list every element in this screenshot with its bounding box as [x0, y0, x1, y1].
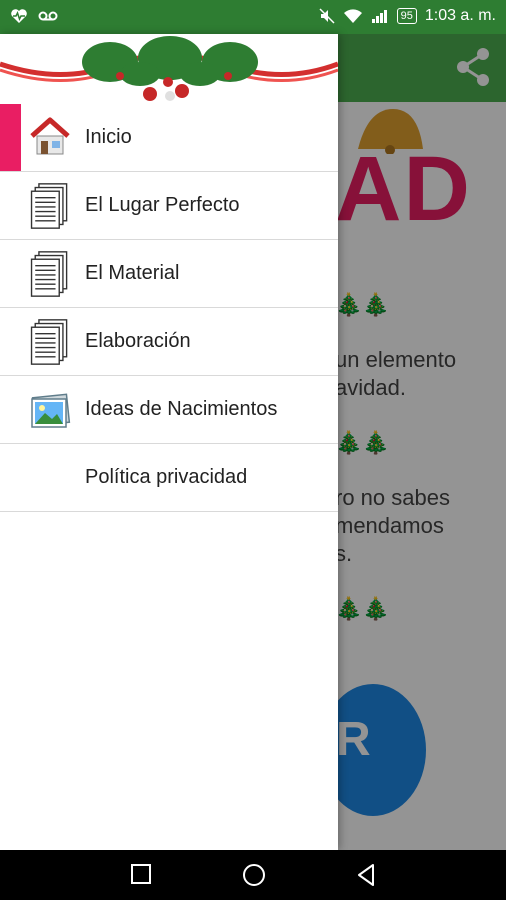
recents-icon[interactable] [130, 863, 152, 885]
document-stack-icon [30, 319, 68, 365]
menu-item-label: Inicio [85, 126, 132, 148]
document-stack-icon [30, 251, 68, 297]
signal-icon [371, 10, 387, 23]
menu-item-ideas-de-nacimientos[interactable]: Ideas de Nacimientos [0, 376, 338, 444]
heart-pulse-icon [11, 9, 27, 23]
picture-icon [31, 393, 71, 428]
menu-item-label: El Lugar Perfecto [85, 194, 240, 216]
menu-item-politica-privacidad[interactable]: Política privacidad [0, 444, 338, 512]
menu-item-inicio[interactable]: Inicio [0, 104, 338, 172]
menu-item-label: Elaboración [85, 330, 191, 352]
menu-item-el-material[interactable]: El Material [0, 240, 338, 308]
clock: 1:03 a. m. [424, 7, 496, 24]
status-left [10, 8, 58, 24]
active-indicator [0, 104, 21, 171]
drawer-menu: Inicio El Lugar Perfecto El Material Ela… [0, 104, 338, 512]
home-icon [30, 117, 70, 155]
menu-item-el-lugar-perfecto[interactable]: El Lugar Perfecto [0, 172, 338, 240]
voicemail-icon [38, 11, 58, 21]
document-stack-icon [30, 183, 68, 229]
system-navigation-bar [0, 850, 506, 900]
menu-item-label: Política privacidad [85, 466, 248, 488]
home-button-icon[interactable] [242, 863, 266, 887]
battery-level: 95 [396, 8, 417, 24]
navigation-drawer: Inicio El Lugar Perfecto El Material Ela… [0, 34, 339, 850]
drawer-header [0, 34, 339, 104]
status-bar: 95 1:03 a. m. [0, 0, 506, 34]
menu-item-elaboracion[interactable]: Elaboración [0, 308, 338, 376]
menu-item-label: Ideas de Nacimientos [85, 398, 278, 420]
christmas-garland-image [0, 36, 339, 101]
menu-item-label: El Material [85, 262, 180, 284]
wifi-icon [343, 9, 362, 23]
status-right: 95 1:03 a. m. [319, 7, 496, 25]
back-icon[interactable] [355, 863, 377, 887]
mute-icon [319, 8, 335, 24]
